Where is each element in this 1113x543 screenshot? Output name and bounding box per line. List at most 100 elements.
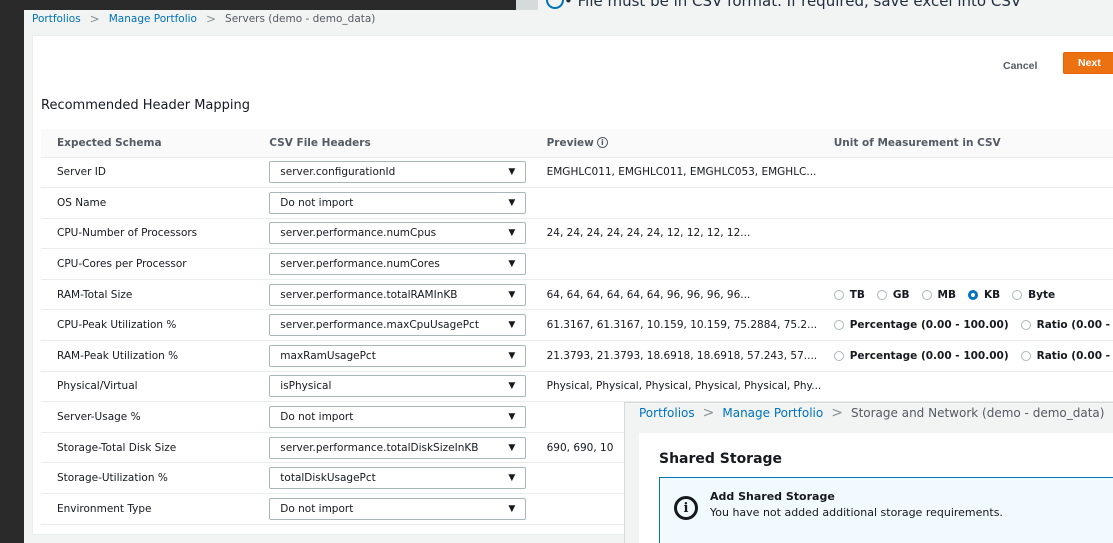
csv-header-select[interactable]: server.performance.maxCpuUsagePct ▼: [269, 314, 527, 337]
select-value: Do not import: [280, 502, 354, 515]
column-header-preview: Preview i: [546, 129, 834, 158]
cancel-button[interactable]: Cancel: [993, 54, 1047, 78]
background-window: • File must be in CSV format. If require…: [516, 0, 1113, 10]
csv-header-select[interactable]: server.performance.numCores ▼: [269, 253, 527, 276]
radio-button[interactable]: [876, 289, 887, 300]
select-value: server.performance.totalDiskSizeInKB: [280, 441, 479, 454]
preview-cell: 21.3793, 21.3793, 18.6918, 18.6918, 57.2…: [546, 340, 834, 372]
radio-gb[interactable]: GB: [876, 289, 910, 301]
breadcrumb-portfolios[interactable]: Portfolios: [639, 406, 695, 420]
unit-cell: TB GB MB KB Byte: [833, 279, 1113, 311]
csv-header-cell: totalDiskUsagePct ▼: [261, 462, 547, 495]
unit-cell: Percentage (0.00 - 100.00) Ratio (0.00 -…: [833, 309, 1113, 342]
breadcrumb-current: Storage and Network (demo - demo_data): [850, 406, 1105, 420]
radio-button[interactable]: [833, 289, 844, 300]
schema-cell: Environment Type: [41, 493, 262, 525]
csv-header-cell: server.performance.totalDiskSizeInKB ▼: [261, 432, 547, 464]
csv-header-cell: maxRamUsagePct ▼: [261, 340, 547, 372]
caret-down-icon: ▼: [508, 320, 516, 331]
schema-cell: Physical/Virtual: [41, 371, 262, 403]
select-value: Do not import: [280, 411, 354, 424]
radio-label: Percentage (0.00 - 100.00): [849, 319, 1009, 332]
schema-cell: Storage-Total Disk Size: [41, 432, 262, 464]
unit-cell: Percentage (0.00 - 100.00) Ratio (0.00 -…: [833, 340, 1113, 372]
csv-header-select[interactable]: totalDiskUsagePct ▼: [269, 467, 527, 490]
radio-label: MB: [937, 288, 956, 301]
radio-ratio[interactable]: Ratio (0.00 - 1.: [1020, 319, 1113, 332]
radio-mb[interactable]: MB: [921, 288, 956, 301]
background-window-text: • File must be in CSV format. If require…: [564, 0, 1021, 10]
radio-label: KB: [983, 288, 1001, 301]
radio-button[interactable]: [921, 289, 932, 300]
ram-unit-radio-group: TB GB MB KB Byte: [833, 288, 1113, 301]
radio-percentage[interactable]: Percentage (0.00 - 100.00): [833, 319, 1009, 332]
schema-cell: Server ID: [41, 157, 262, 189]
csv-headers-label: CSV File Headers: [269, 136, 371, 149]
caret-down-icon: ▼: [508, 350, 516, 361]
preview-cell: Physical, Physical, Physical, Physical, …: [546, 371, 834, 403]
preview-cell: [546, 248, 834, 280]
radio-ratio[interactable]: Ratio (0.00 - 1.: [1020, 349, 1113, 362]
breadcrumb-manage-portfolio[interactable]: Manage Portfolio: [722, 406, 823, 420]
radio-button[interactable]: [1020, 320, 1031, 331]
radio-button[interactable]: [833, 320, 844, 331]
csv-header-select[interactable]: Do not import ▼: [269, 406, 527, 429]
caret-down-icon: ▼: [508, 381, 516, 392]
select-value: server.performance.maxCpuUsagePct: [280, 319, 479, 332]
radio-button[interactable]: [1012, 289, 1023, 300]
section-title: Recommended Header Mapping: [41, 98, 251, 113]
shared-storage-panel: Shared Storage i Add Shared Storage You …: [639, 433, 1113, 543]
radio-percentage[interactable]: Percentage (0.00 - 100.00): [833, 349, 1009, 362]
schema-cell: CPU-Number of Processors: [41, 218, 262, 250]
csv-header-select[interactable]: server.configurationId ▼: [269, 161, 527, 184]
csv-header-select[interactable]: server.performance.totalDiskSizeInKB ▼: [269, 436, 527, 459]
column-header-expected-schema: Expected Schema: [41, 129, 262, 158]
csv-header-cell: server.performance.totalRAMInKB ▼: [261, 279, 547, 311]
csv-header-select[interactable]: Do not import ▼: [269, 191, 527, 214]
info-icon[interactable]: i: [596, 137, 608, 149]
csv-header-cell: server.configurationId ▼: [261, 157, 547, 189]
csv-header-select[interactable]: Do not import ▼: [269, 497, 527, 520]
csv-header-cell: isPhysical ▼: [261, 371, 547, 403]
table-header-row: Expected Schema CSV File Headers Preview…: [41, 129, 1113, 158]
radio-label: Ratio (0.00 - 1.: [1036, 319, 1113, 332]
info-icon: i: [674, 496, 698, 520]
csv-header-select[interactable]: maxRamUsagePct ▼: [269, 344, 527, 367]
csv-header-cell: Do not import ▼: [261, 493, 547, 525]
column-header-csv-file-headers: CSV File Headers: [261, 129, 547, 158]
csv-header-cell: server.performance.numCores ▼: [261, 248, 547, 280]
chevron-right-icon: >: [89, 12, 100, 26]
table-row: CPU-Peak Utilization % server.performanc…: [41, 309, 1113, 342]
unit-cell: [833, 187, 1113, 219]
csv-header-select[interactable]: isPhysical ▼: [269, 375, 527, 398]
caret-down-icon: ▼: [508, 442, 516, 453]
caret-down-icon: ▼: [508, 197, 516, 208]
caret-down-icon: ▼: [508, 167, 516, 178]
table-row: RAM-Total Size server.performance.totalR…: [41, 279, 1113, 311]
csv-header-select[interactable]: server.performance.totalRAMInKB ▼: [269, 283, 527, 306]
radio-kb[interactable]: KB: [967, 288, 1001, 301]
schema-cell: RAM-Total Size: [41, 279, 262, 311]
radio-button[interactable]: [1020, 350, 1031, 361]
schema-cell: OS Name: [41, 187, 262, 219]
radio-tb[interactable]: TB: [833, 289, 865, 301]
radio-label: Ratio (0.00 - 1.: [1036, 349, 1113, 362]
background-window-sidebar: [516, 0, 538, 10]
caret-down-icon: ▼: [508, 228, 516, 239]
radio-label: Percentage (0.00 - 100.00): [849, 349, 1009, 362]
csv-header-select[interactable]: server.performance.numCpus ▼: [269, 222, 527, 245]
breadcrumb-portfolios[interactable]: Portfolios: [32, 13, 81, 25]
preview-cell: 61.3167, 61.3167, 10.159, 10.159, 75.288…: [546, 309, 834, 342]
breadcrumb: Portfolios > Manage Portfolio > Storage …: [639, 405, 1104, 421]
csv-header-cell: Do not import ▼: [261, 187, 547, 219]
next-button[interactable]: Next: [1063, 52, 1113, 74]
breadcrumb-manage-portfolio[interactable]: Manage Portfolio: [109, 13, 197, 25]
radio-byte[interactable]: Byte: [1012, 289, 1055, 301]
breadcrumb: Portfolios > Manage Portfolio > Servers …: [32, 12, 375, 26]
caret-down-icon: ▼: [508, 503, 516, 514]
preview-cell: [546, 187, 834, 219]
schema-cell: RAM-Peak Utilization %: [41, 340, 262, 372]
radio-button[interactable]: [833, 350, 844, 361]
caret-down-icon: ▼: [508, 412, 516, 423]
radio-button-selected[interactable]: [967, 289, 978, 300]
